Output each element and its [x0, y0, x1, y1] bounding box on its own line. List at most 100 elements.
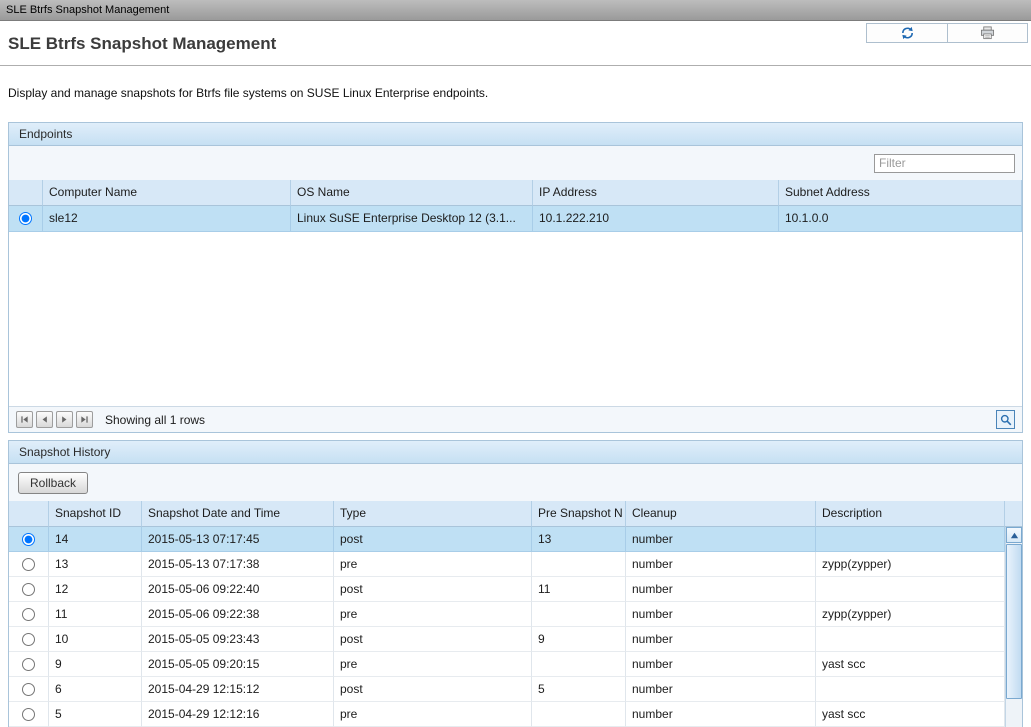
header-divider [0, 65, 1031, 66]
table-cell: 6 [49, 677, 142, 702]
snapshot-column-header[interactable]: Snapshot Date and Time [142, 501, 334, 527]
row-radio-cell [9, 702, 49, 727]
filter-input[interactable] [874, 154, 1015, 173]
endpoints-table-header: Computer NameOS NameIP AddressSubnet Add… [9, 180, 1022, 206]
row-radio-cell [9, 577, 49, 602]
table-cell [532, 652, 626, 677]
snapshot-column-header[interactable]: Snapshot ID [49, 501, 142, 527]
snapshot-column-header[interactable]: Cleanup [626, 501, 816, 527]
table-cell [816, 677, 1005, 702]
snapshot-column-header[interactable]: Type [334, 501, 532, 527]
table-cell: number [626, 602, 816, 627]
snapshot-select-radio[interactable] [22, 708, 35, 721]
pager-status: Showing all 1 rows [105, 413, 205, 427]
refresh-button[interactable] [867, 24, 947, 42]
table-cell: 10.1.222.210 [533, 206, 779, 232]
table-cell: post [334, 527, 532, 552]
snapshot-select-radio[interactable] [22, 608, 35, 621]
snapshot-row[interactable]: 92015-05-05 09:20:15prenumberyast scc [9, 652, 1005, 677]
snapshot-table-region: 142015-05-13 07:17:45post13number132015-… [9, 527, 1022, 727]
table-options-button[interactable] [996, 410, 1015, 429]
row-radio-cell [9, 602, 49, 627]
window-title: SLE Btrfs Snapshot Management [6, 4, 169, 16]
row-radio-cell [9, 527, 49, 552]
snapshot-row[interactable]: 142015-05-13 07:17:45post13number [9, 527, 1005, 552]
next-page-icon [59, 414, 70, 425]
row-radio-cell [9, 206, 43, 232]
endpoints-column-header[interactable]: Subnet Address [779, 180, 1022, 206]
endpoint-select-radio[interactable] [19, 212, 32, 225]
snapshot-history-panel: Snapshot History Rollback Snapshot IDSna… [8, 440, 1023, 727]
snapshot-row[interactable]: 132015-05-13 07:17:38prenumberzypp(zyppe… [9, 552, 1005, 577]
snapshot-select-radio[interactable] [22, 633, 35, 646]
last-page-button[interactable] [76, 411, 93, 428]
endpoints-toolbar [9, 146, 1022, 180]
magnifier-icon [1000, 414, 1012, 426]
row-radio-cell [9, 552, 49, 577]
snapshot-header-radio-stub [9, 501, 49, 527]
endpoints-column-header[interactable]: IP Address [533, 180, 779, 206]
snapshot-row[interactable]: 122015-05-06 09:22:40post11number [9, 577, 1005, 602]
next-page-button[interactable] [56, 411, 73, 428]
table-cell: pre [334, 702, 532, 727]
snapshot-table-header: Snapshot IDSnapshot Date and TimeTypePre… [9, 501, 1022, 527]
table-cell: 11 [532, 577, 626, 602]
table-cell [532, 552, 626, 577]
table-cell: number [626, 577, 816, 602]
rollback-button[interactable]: Rollback [18, 472, 88, 494]
snapshot-select-radio[interactable] [22, 658, 35, 671]
snapshot-header-scrollbar-stub [1005, 501, 1022, 527]
endpoint-row[interactable]: sle12Linux SuSE Enterprise Desktop 12 (3… [9, 206, 1022, 232]
snapshot-select-radio[interactable] [22, 558, 35, 571]
snapshot-select-radio[interactable] [22, 683, 35, 696]
refresh-icon [900, 26, 915, 40]
endpoints-column-header[interactable]: OS Name [291, 180, 533, 206]
row-radio-cell [9, 652, 49, 677]
scroll-up-button[interactable] [1006, 527, 1022, 543]
snapshot-row[interactable]: 62015-04-29 12:15:12post5number [9, 677, 1005, 702]
table-cell: number [626, 677, 816, 702]
table-cell: 13 [532, 527, 626, 552]
endpoints-table-body: sle12Linux SuSE Enterprise Desktop 12 (3… [9, 206, 1022, 406]
table-cell: post [334, 627, 532, 652]
table-cell: number [626, 527, 816, 552]
snapshot-select-radio[interactable] [22, 583, 35, 596]
scrollbar-track[interactable] [1006, 543, 1022, 727]
scrollbar-thumb[interactable] [1006, 544, 1022, 699]
previous-page-button[interactable] [36, 411, 53, 428]
window-titlebar: SLE Btrfs Snapshot Management [0, 0, 1031, 21]
snapshot-panel-title: Snapshot History [19, 445, 110, 459]
table-cell: 2015-05-06 09:22:38 [142, 602, 334, 627]
table-cell: 5 [532, 677, 626, 702]
endpoints-column-header[interactable]: Computer Name [43, 180, 291, 206]
table-cell: number [626, 702, 816, 727]
snapshot-column-header[interactable]: Pre Snapshot N [532, 501, 626, 527]
table-cell: pre [334, 602, 532, 627]
row-radio-cell [9, 627, 49, 652]
print-button[interactable] [947, 24, 1027, 42]
table-cell: 11 [49, 602, 142, 627]
table-cell: 10.1.0.0 [779, 206, 1022, 232]
table-cell: zypp(zypper) [816, 602, 1005, 627]
row-radio-cell [9, 677, 49, 702]
page-toolbar [866, 23, 1028, 43]
table-cell: post [334, 577, 532, 602]
snapshot-select-radio[interactable] [22, 533, 35, 546]
table-cell: 2015-05-13 07:17:45 [142, 527, 334, 552]
snapshot-column-header[interactable]: Description [816, 501, 1005, 527]
table-cell: sle12 [43, 206, 291, 232]
table-cell [532, 602, 626, 627]
table-cell: 12 [49, 577, 142, 602]
first-page-button[interactable] [16, 411, 33, 428]
table-cell: yast scc [816, 652, 1005, 677]
table-cell: 2015-04-29 12:15:12 [142, 677, 334, 702]
endpoints-panel-title: Endpoints [19, 127, 72, 141]
snapshot-row[interactable]: 52015-04-29 12:12:16prenumberyast scc [9, 702, 1005, 727]
endpoints-panel: Endpoints Computer NameOS NameIP Address… [8, 122, 1023, 433]
snapshot-row[interactable]: 112015-05-06 09:22:38pre numberzypp(zyppe… [9, 602, 1005, 627]
snapshot-row[interactable]: 102015-05-05 09:23:43post9number [9, 627, 1005, 652]
table-cell: 2015-05-05 09:23:43 [142, 627, 334, 652]
table-cell: post [334, 677, 532, 702]
snapshot-toolbar: Rollback [9, 464, 1022, 501]
vertical-scrollbar[interactable] [1005, 527, 1022, 727]
